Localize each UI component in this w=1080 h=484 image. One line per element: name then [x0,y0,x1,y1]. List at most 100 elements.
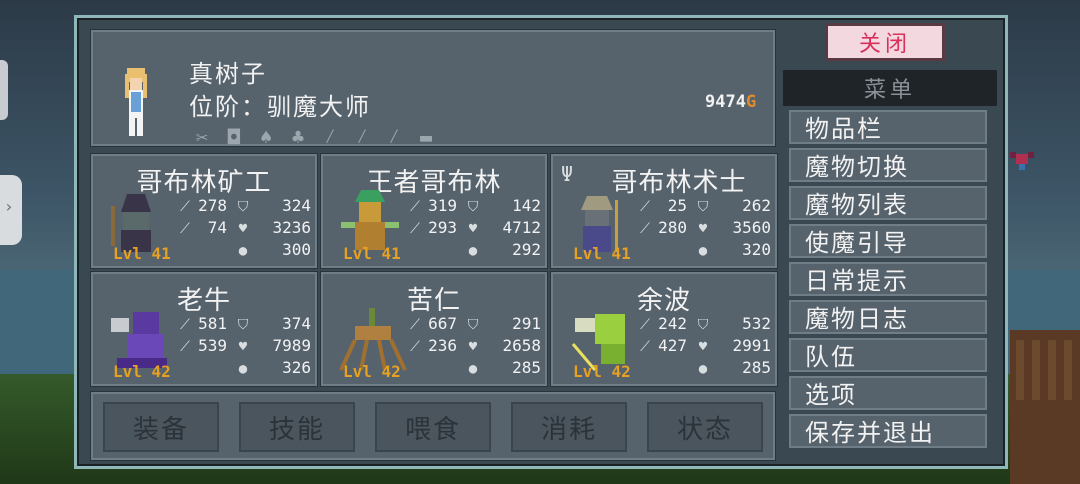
stat-weight: 285 [742,358,771,377]
stat-attack: 581 [198,314,227,333]
shield-icon: ⛉ [237,317,249,333]
shield-icon: ⛉ [237,199,249,215]
heart-icon: ♥ [238,339,248,355]
wand-icon: ⟋ [640,339,650,355]
wand-icon: ⟋ [180,221,190,237]
scroll-icon[interactable]: ▬ [413,124,439,150]
wand-icon: ⟋ [410,221,420,237]
tab-equipment[interactable]: 装备 [103,402,219,452]
heart-icon: ♥ [238,221,248,237]
sword-icon: ⟋ [640,317,650,333]
monster-card[interactable]: 老牛 Lvl 42 ⟋ 581 ⛉ 374 ⟋ 539 ♥ 7989 ● 326 [91,272,317,386]
stat-defense: 291 [512,314,541,333]
tab-consume[interactable]: 消耗 [511,402,627,452]
stat-attack: 319 [428,196,457,215]
wand-icon: ⟋ [410,339,420,355]
sword-icon: ⟋ [180,317,190,333]
menu-item-inventory[interactable]: 物品栏 [789,110,987,144]
gold-counter: 9474G [705,92,756,112]
sword-icon: ⟋ [410,317,420,333]
monster-card[interactable]: Ψ 哥布林术士 Lvl 41 ⟋ 25 ⛉ 262 ⟋ 280 ♥ 3560 ● 320 [551,154,777,268]
weight-icon: ● [468,361,478,377]
side-drawer-tab[interactable]: › [0,175,22,245]
character-rank: 位阶：驯魔大师 [189,93,371,121]
tab-feed[interactable]: 喂食 [375,402,491,452]
stat-health: 7989 [272,336,311,355]
stat-magic: 427 [658,336,687,355]
stat-weight: 292 [512,240,541,259]
monster-level: Lvl 41 [573,244,631,263]
menu-title: 菜单 [783,70,997,106]
stat-magic: 539 [198,336,227,355]
monster-level: Lvl 42 [573,362,631,381]
stat-health: 3560 [732,218,771,237]
stat-attack: 667 [428,314,457,333]
menu-item-daily-tips[interactable]: 日常提示 [789,262,987,296]
stat-defense: 324 [282,196,311,215]
stat-magic: 280 [658,218,687,237]
potion-icon[interactable]: ♣ [285,124,311,150]
stat-health: 4712 [502,218,541,237]
menu-item-familiar-guide[interactable]: 使魔引导 [789,224,987,258]
monster-card[interactable]: 哥布林矿工 Lvl 41 ⟋ 278 ⛉ 324 ⟋ 74 ♥ 3236 ● 300 [91,154,317,268]
monster-stats: ⟋ 319 ⛉ 142 ⟋ 293 ♥ 4712 ● 292 [407,196,541,262]
monster-card[interactable]: 苦仁 Lvl 42 ⟋ 667 ⛉ 291 ⟋ 236 ♥ 2658 ● 285 [321,272,547,386]
bat-creature-icon [1010,152,1034,170]
feather-icon[interactable]: ⁄ [317,124,343,150]
stat-health: 2991 [732,336,771,355]
menu-item-party[interactable]: 队伍 [789,338,987,372]
tab-status[interactable]: 状态 [647,402,763,452]
menu-item-switch-monster[interactable]: 魔物切换 [789,148,987,182]
wand-icon: ⟋ [180,339,190,355]
shield-icon: ⛉ [697,317,709,333]
stat-defense: 532 [742,314,771,333]
stat-health: 2658 [502,336,541,355]
bag-icon[interactable]: ◘ [221,124,247,150]
monster-level: Lvl 42 [113,362,171,381]
character-name: 真树子 [189,60,267,88]
leaf-icon[interactable]: ⁄ [349,124,375,150]
menu-item-monster-list[interactable]: 魔物列表 [789,186,987,220]
tab-skills[interactable]: 技能 [239,402,355,452]
close-button[interactable]: 关闭 [825,23,945,61]
bone-icon[interactable]: ✂ [189,124,215,150]
stat-weight: 320 [742,240,771,259]
monster-card[interactable]: 王者哥布林 Lvl 41 ⟋ 319 ⛉ 142 ⟋ 293 ♥ 4712 ● 292 [321,154,547,268]
side-handle[interactable] [0,60,8,120]
monster-stats: ⟋ 25 ⛉ 262 ⟋ 280 ♥ 3560 ● 320 [637,196,771,262]
action-tab-bar: 装备 技能 喂食 消耗 状态 [91,392,775,460]
stat-attack: 25 [667,196,687,215]
monster-level: Lvl 42 [343,362,401,381]
stat-magic: 293 [428,218,457,237]
gold-unit: G [745,92,757,112]
heart-icon: ♥ [698,221,708,237]
monster-stats: ⟋ 278 ⛉ 324 ⟋ 74 ♥ 3236 ● 300 [177,196,311,262]
monster-menu-window: 真树子 位阶：驯魔大师 9474G ✂ ◘ ♠ ♣ ⁄ ⁄ ⁄ ▬ 哥布林矿工 … [74,15,1008,469]
menu-item-options[interactable]: 选项 [789,376,987,410]
monster-stats: ⟋ 242 ⛉ 532 ⟋ 427 ♥ 2991 ● 285 [637,314,771,380]
mushroom-icon[interactable]: ♠ [253,124,279,150]
stat-defense: 142 [512,196,541,215]
weight-icon: ● [698,243,708,259]
heart-icon: ♥ [468,339,478,355]
gold-amount: 9474 [705,92,746,112]
stat-magic: 74 [207,218,227,237]
monster-card[interactable]: 余波 Lvl 42 ⟋ 242 ⛉ 532 ⟋ 427 ♥ 2991 ● 285 [551,272,777,386]
character-panel: 真树子 位阶：驯魔大师 9474G ✂ ◘ ♠ ♣ ⁄ ⁄ ⁄ ▬ [91,30,775,149]
stat-attack: 242 [658,314,687,333]
stat-weight: 300 [282,240,311,259]
feather-icon[interactable]: ⁄ [381,124,407,150]
menu-item-save-quit[interactable]: 保存并退出 [789,414,987,448]
shield-icon: ⛉ [467,199,479,215]
shield-icon: ⛉ [467,317,479,333]
fork-icon: Ψ [561,162,574,186]
heart-icon: ♥ [698,339,708,355]
monster-stats: ⟋ 581 ⛉ 374 ⟋ 539 ♥ 7989 ● 326 [177,314,311,380]
background-fence [1000,340,1080,400]
weight-icon: ● [468,243,478,259]
chevron-right-icon: › [4,197,14,216]
stat-weight: 326 [282,358,311,377]
menu-item-monster-log[interactable]: 魔物日志 [789,300,987,334]
stat-attack: 278 [198,196,227,215]
stat-weight: 285 [512,358,541,377]
